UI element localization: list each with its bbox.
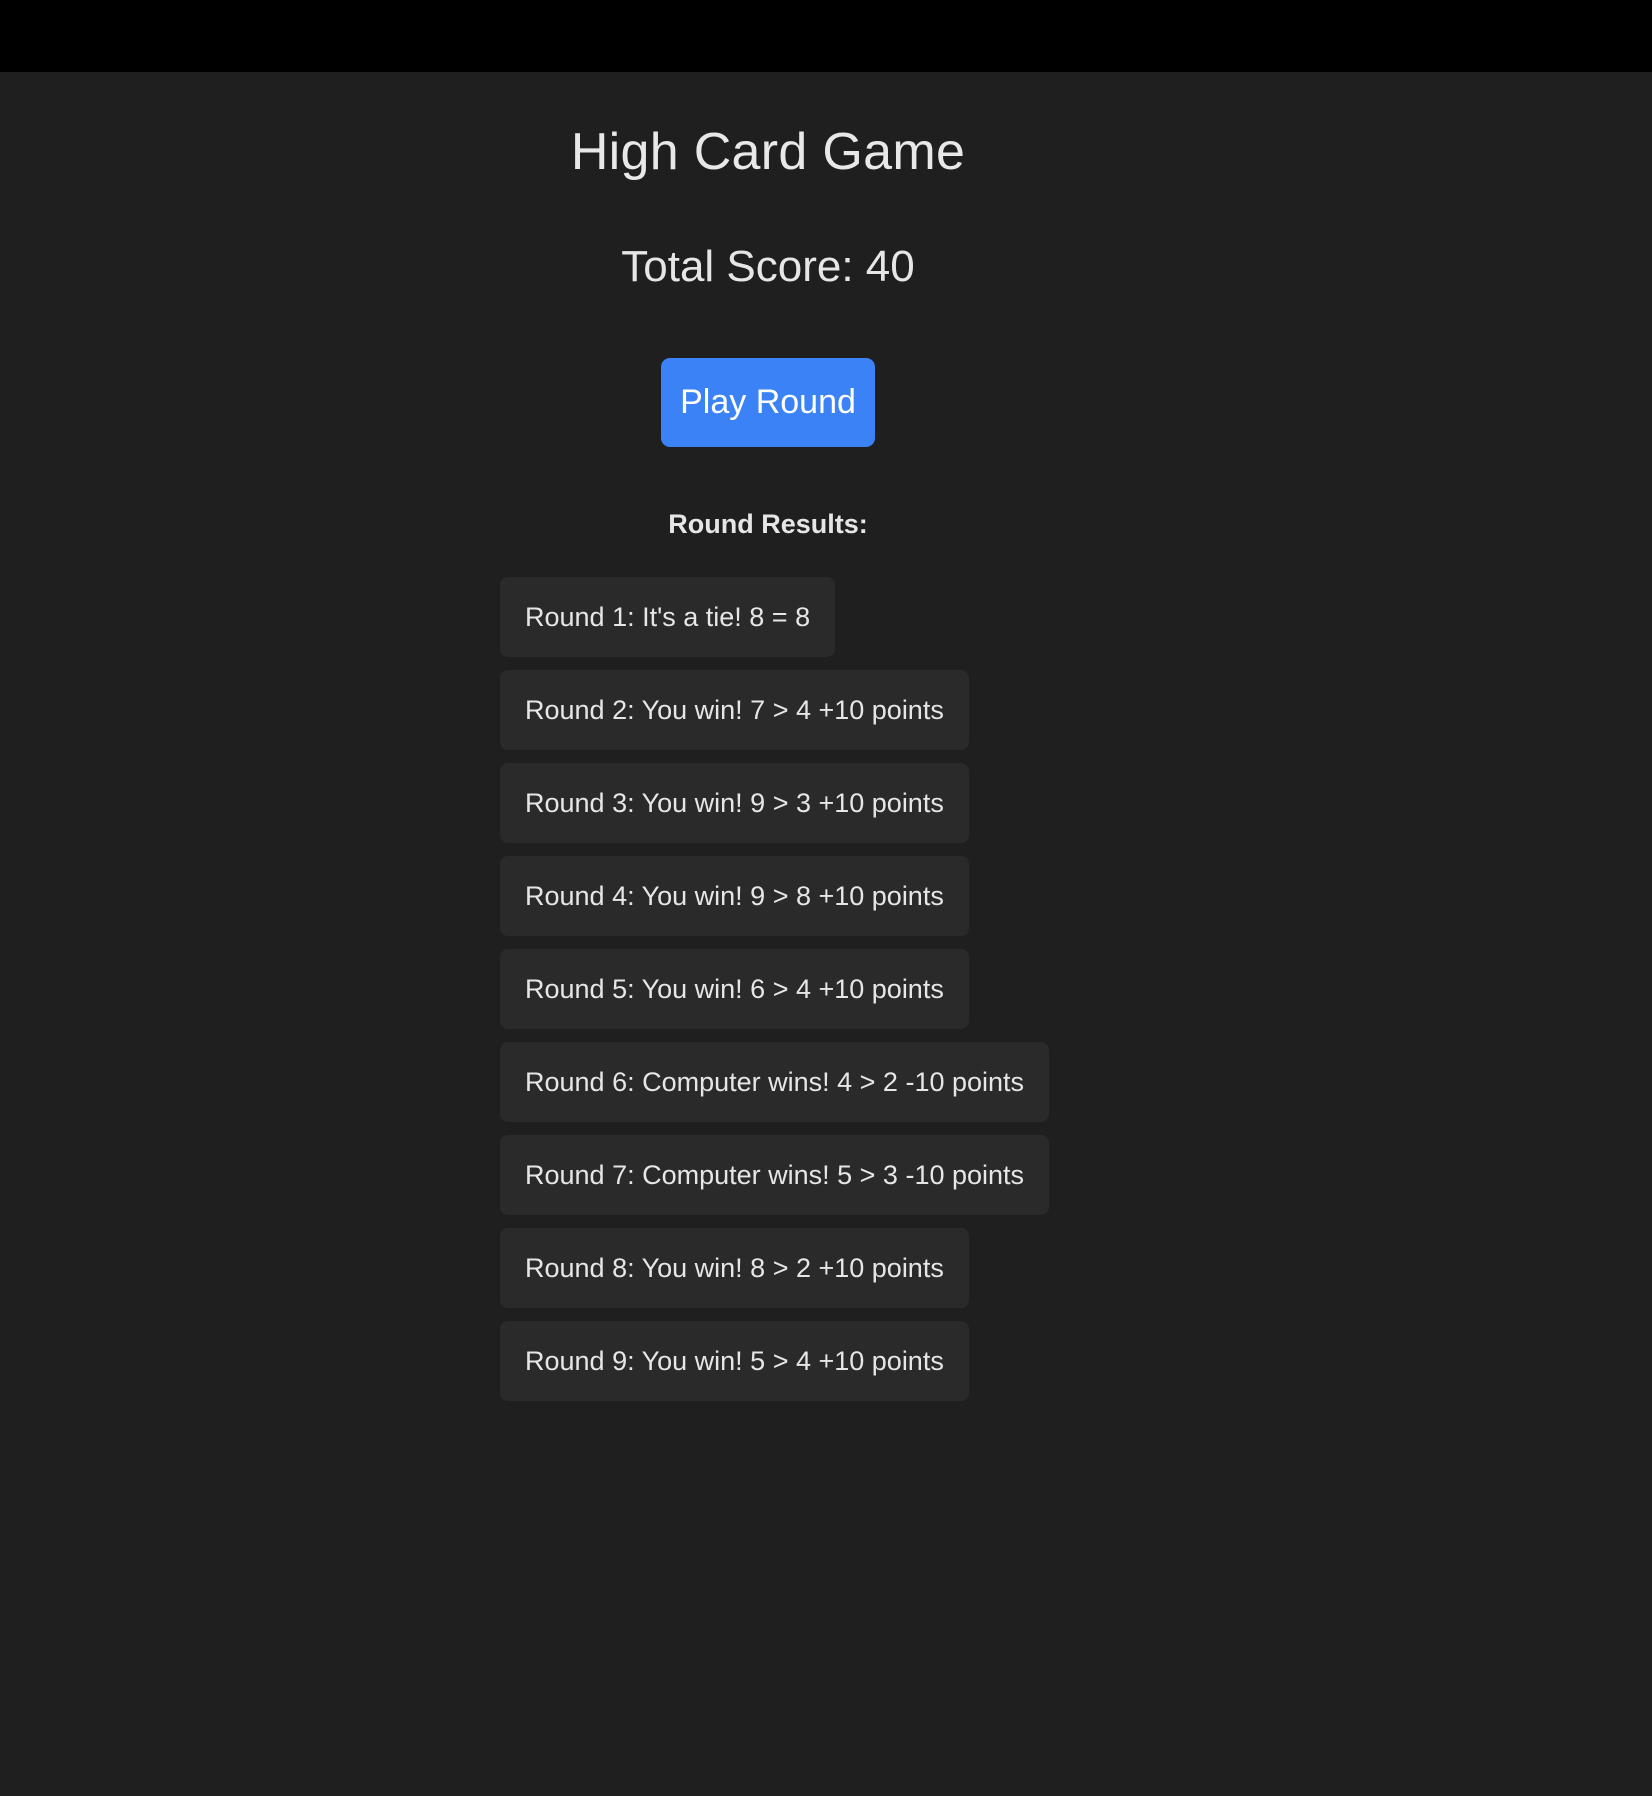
page-title: High Card Game [570, 123, 966, 181]
result-item: Round 7: Computer wins! 5 > 3 -10 points [500, 1135, 1050, 1215]
result-item: Round 2: You win! 7 > 4 +10 points [500, 670, 969, 750]
results-list: Round 1: It's a tie! 8 = 8 Round 2: You … [500, 577, 1050, 1414]
results-heading: Round Results: [668, 509, 868, 539]
result-item: Round 3: You win! 9 > 3 +10 points [500, 763, 969, 843]
total-score: Total Score: 40 [621, 242, 915, 291]
play-round-button[interactable]: Play Round [661, 358, 875, 447]
result-item: Round 4: You win! 9 > 8 +10 points [500, 856, 969, 936]
result-item: Round 1: It's a tie! 8 = 8 [500, 577, 836, 657]
result-item: Round 5: You win! 6 > 4 +10 points [500, 949, 969, 1029]
result-item: Round 6: Computer wins! 4 > 2 -10 points [500, 1042, 1050, 1122]
top-bar [0, 0, 1652, 72]
result-item: Round 8: You win! 8 > 2 +10 points [500, 1228, 969, 1308]
result-item: Round 9: You win! 5 > 4 +10 points [500, 1321, 969, 1401]
